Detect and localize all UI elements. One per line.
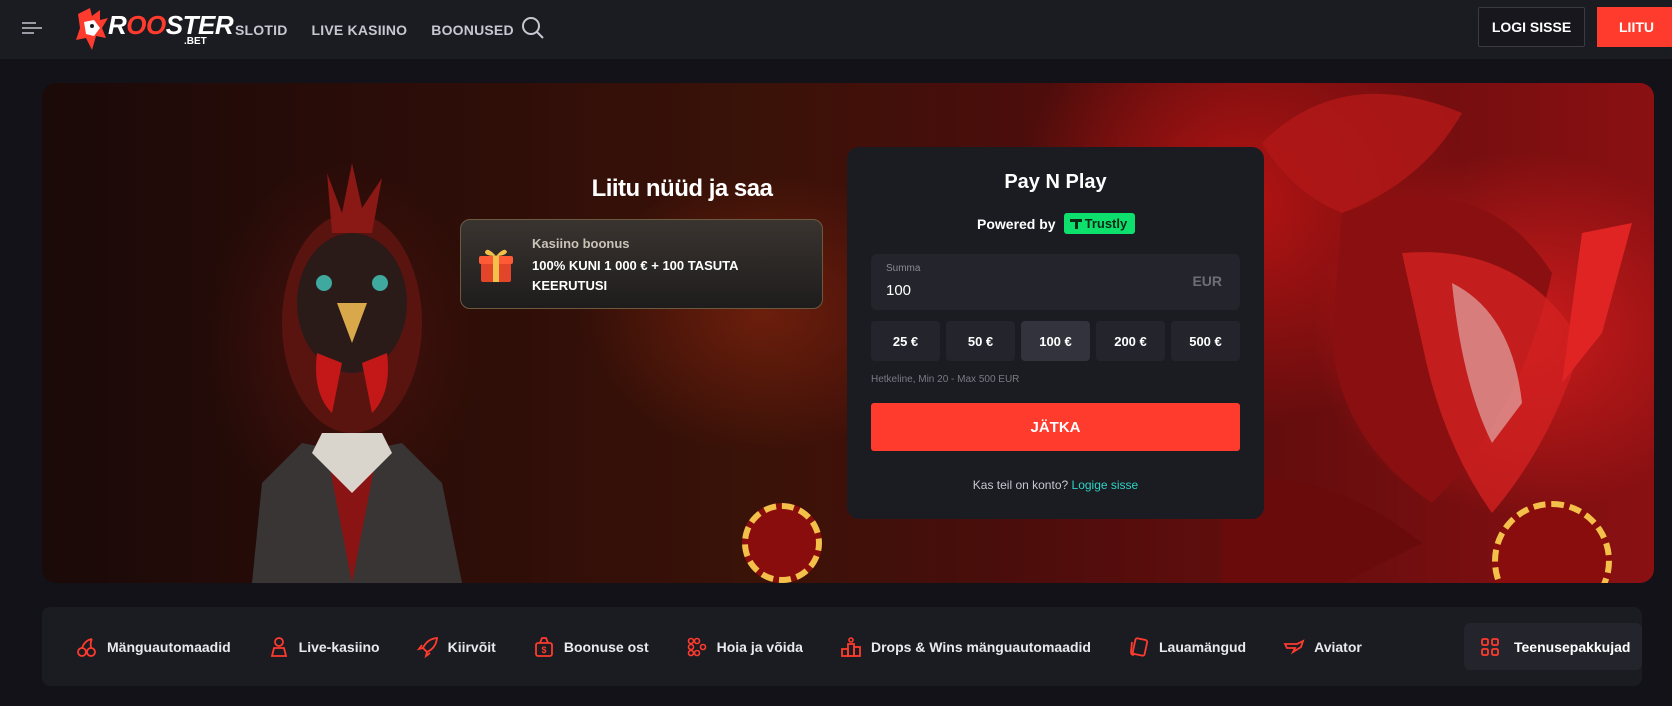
category-hold-and-win[interactable]: Hoia ja võida <box>686 636 803 658</box>
cherries-icon <box>77 637 96 657</box>
providers-button[interactable]: Teenusepakkujad <box>1464 623 1642 670</box>
category-table-games[interactable]: Lauamängud <box>1128 636 1246 658</box>
login-link[interactable]: Logige sisse <box>1072 478 1139 492</box>
cards-icon <box>1130 636 1149 657</box>
grid-icon <box>1481 637 1499 656</box>
amount-field[interactable]: Summa EUR <box>871 254 1240 310</box>
amount-preset-500[interactable]: 500 € <box>1171 321 1240 361</box>
logo-subtext: .BET <box>184 36 207 47</box>
amount-label: Summa <box>886 263 921 274</box>
pay-form-title: Pay N Play <box>1004 171 1107 193</box>
category-list: Mänguautomaadid Live-kasiino Kiirvõit $ … <box>76 607 1399 686</box>
amount-preset-100[interactable]: 100 € <box>1021 321 1090 361</box>
category-drops-and-wins[interactable]: Drops & Wins mänguautomaadid <box>840 636 1091 658</box>
powered-by-label: Powered by <box>977 215 1056 232</box>
continue-button[interactable]: JÄTKA <box>871 403 1240 451</box>
join-button[interactable]: LIITU <box>1597 7 1672 47</box>
currency-label: EUR <box>1192 273 1222 289</box>
category-label: Live-kasiino <box>298 638 380 655</box>
main-nav: SLOTID LIVE KASIINO BOONUSED <box>235 0 514 59</box>
rooster-feathers-illustration <box>1222 93 1632 583</box>
search-icon[interactable] <box>520 15 546 41</box>
amount-preset-25[interactable]: 25 € <box>871 321 940 361</box>
bonus-card: Kasiino boonus 100% KUNI 1 000 € + 100 T… <box>460 219 823 309</box>
nav-slots[interactable]: SLOTID <box>235 22 288 38</box>
plane-icon <box>1283 638 1305 654</box>
bonus-bag-icon: $ <box>534 636 553 657</box>
rocket-icon <box>416 636 438 658</box>
nav-live-casino[interactable]: LIVE KASIINO <box>312 22 408 38</box>
category-aviator[interactable]: Aviator <box>1283 636 1362 658</box>
rooster-logo[interactable]: ROOSTER .BET <box>70 4 234 54</box>
amount-presets: 25 € 50 € 100 € 200 € 500 € <box>871 321 1240 361</box>
category-label: Drops & Wins mänguautomaadid <box>870 638 1091 655</box>
account-prompt: Kas teil on konto? Logige sisse <box>847 478 1264 492</box>
login-button[interactable]: LOGI SISSE <box>1478 7 1585 47</box>
bonus-label: Kasiino boonus <box>532 236 630 251</box>
category-label: Mänguautomaadid <box>107 638 231 655</box>
deposit-limits: Hetkeline, Min 20 - Max 500 EUR <box>871 374 1020 385</box>
category-label: Hoia ja võida <box>716 638 803 655</box>
category-slots[interactable]: Mänguautomaadid <box>76 636 231 658</box>
hero-banner: Liitu nüüd ja saa Kasiino boonus 100% KU… <box>42 83 1654 583</box>
account-question: Kas teil on konto? <box>972 478 1069 492</box>
category-label: Kiirvõit <box>447 638 496 655</box>
amount-preset-200[interactable]: 200 € <box>1096 321 1165 361</box>
providers-label: Teenusepakkujad <box>1514 638 1631 655</box>
promo-title: Liitu nüüd ja saa <box>591 175 773 202</box>
category-label: Lauamängud <box>1158 638 1247 655</box>
dots-icon <box>687 637 706 656</box>
podium-icon <box>841 636 861 657</box>
gift-icon <box>479 249 513 282</box>
category-live-casino[interactable]: Live-kasiino <box>268 636 380 658</box>
svg-text:$: $ <box>541 645 546 655</box>
amount-input[interactable] <box>886 282 1146 299</box>
hamburger-menu-icon[interactable] <box>20 17 46 39</box>
top-header: ROOSTER .BET SLOTID LIVE KASIINO BOONUSE… <box>0 0 1672 59</box>
category-fast-win[interactable]: Kiirvõit <box>416 636 496 658</box>
casino-chip-decoration <box>742 503 822 583</box>
logo-wordmark: ROOSTER <box>108 10 234 40</box>
powered-by-row: Powered by Trustly <box>977 213 1136 234</box>
category-label: Boonuse ost <box>563 638 649 655</box>
bonus-offer-text: 100% KUNI 1 000 € + 100 TASUTA KEERUTUSI <box>532 258 739 293</box>
category-bar: Mänguautomaadid Live-kasiino Kiirvõit $ … <box>42 607 1642 686</box>
trustly-icon <box>1069 218 1082 229</box>
trustly-label: Trustly <box>1084 216 1128 231</box>
category-label: Aviator <box>1314 638 1362 655</box>
pay-n-play-form: Pay N Play Powered by Trustly Summa EUR … <box>847 147 1264 519</box>
dealer-icon <box>270 636 287 657</box>
nav-bonuses[interactable]: BOONUSED <box>431 22 514 38</box>
rooster-suit-illustration <box>252 163 462 583</box>
amount-preset-50[interactable]: 50 € <box>946 321 1015 361</box>
trustly-badge: Trustly <box>1063 213 1136 234</box>
category-bonus-buy[interactable]: $ Boonuse ost <box>533 636 649 658</box>
